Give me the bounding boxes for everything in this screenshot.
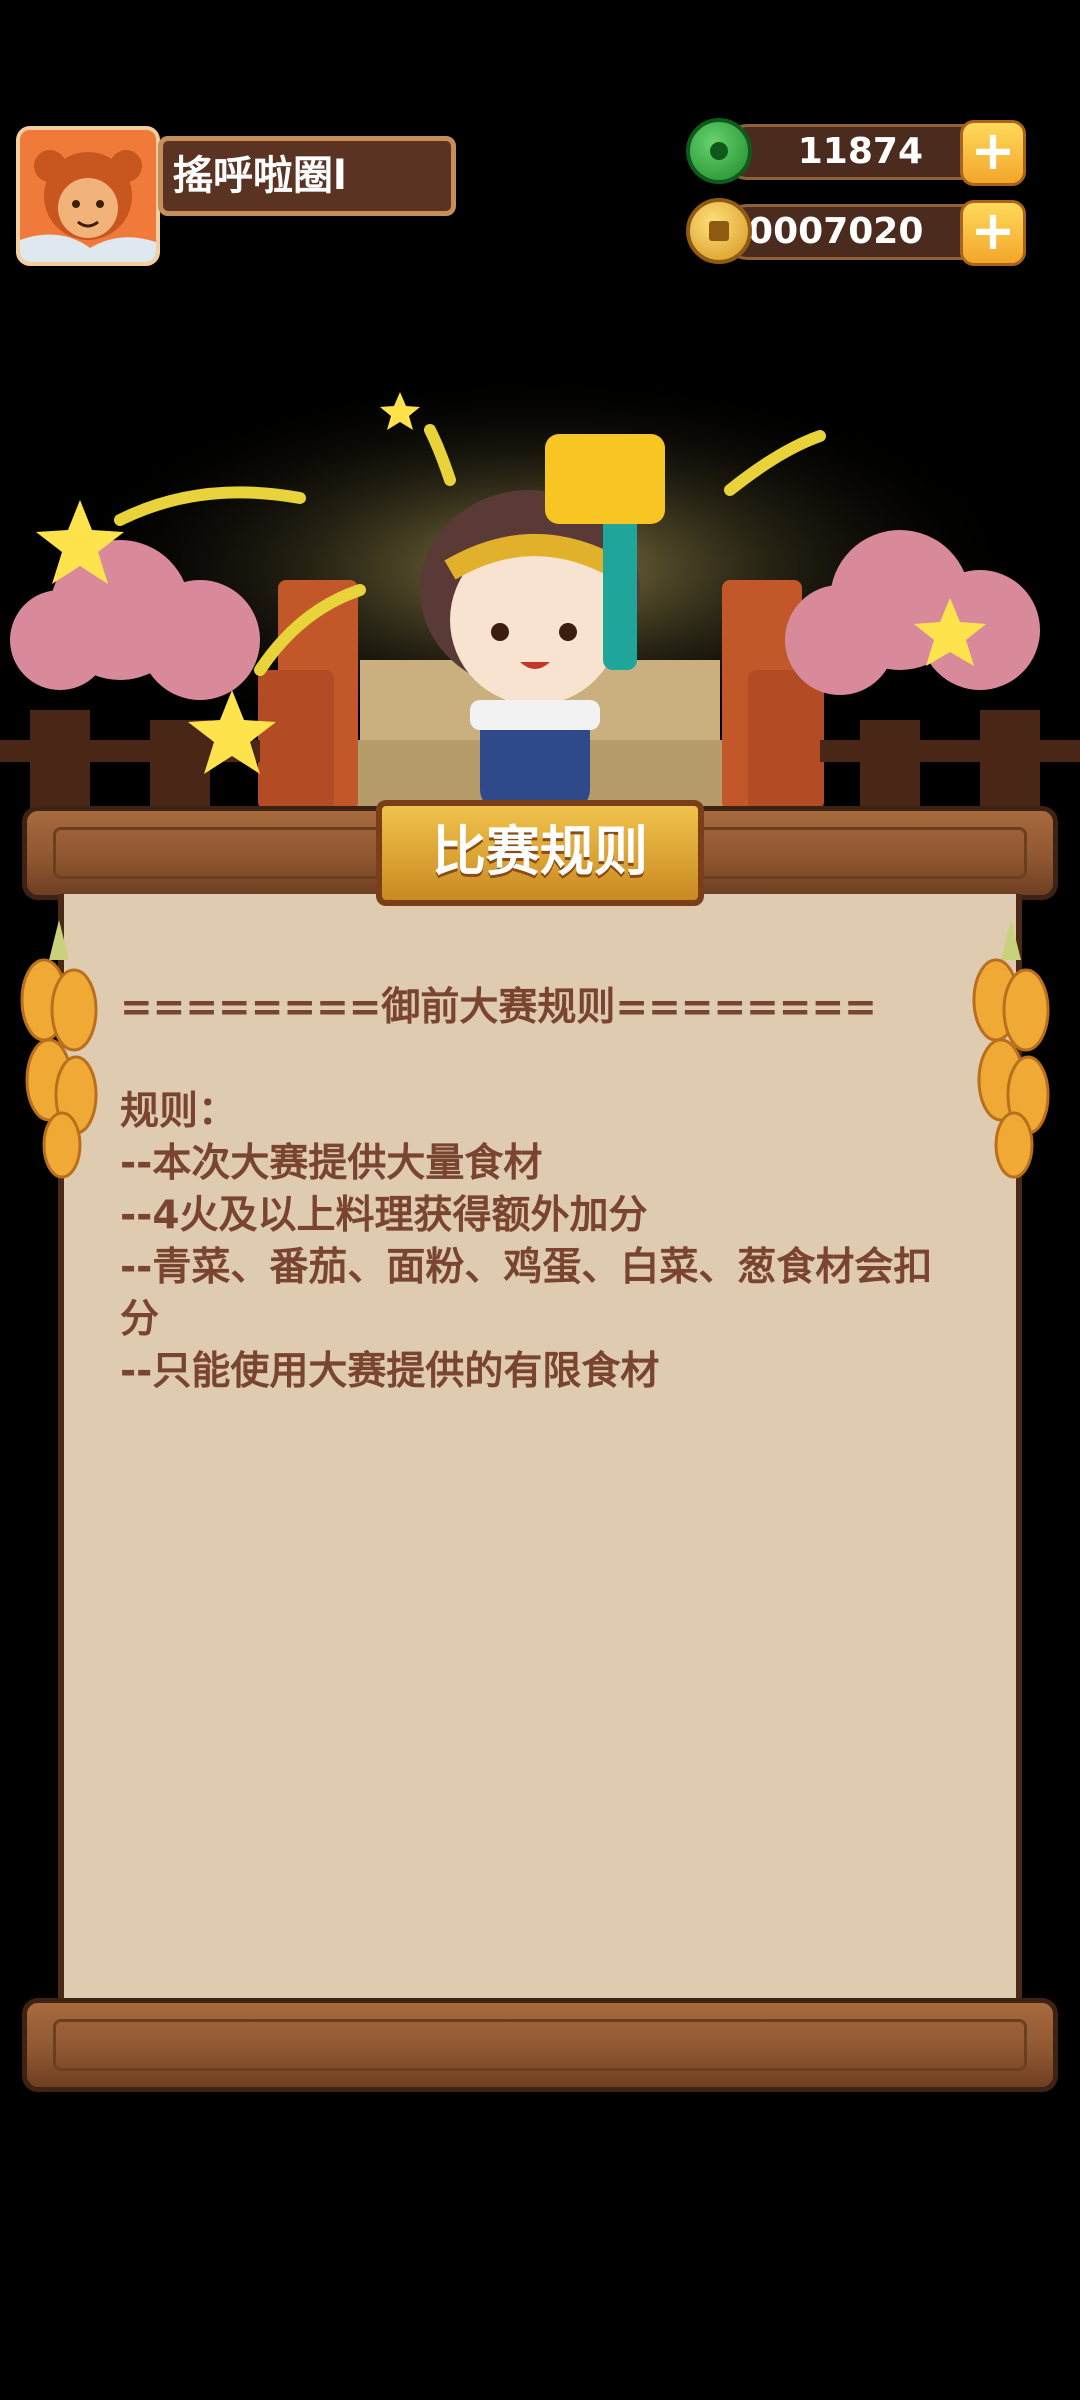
coin-icon xyxy=(686,198,752,264)
add-coins-button[interactable]: + xyxy=(960,200,1026,266)
panel-title-plaque: 比赛规则 xyxy=(376,800,704,906)
jade-currency-bar: 11874 xyxy=(720,124,996,180)
rules-header-line: ========御前大赛规则======== xyxy=(120,985,877,1030)
plus-icon: + xyxy=(970,119,1016,182)
rule-item: --4火及以上料理获得额外加分 xyxy=(120,1193,648,1238)
player-name: 搖呼啦圈l xyxy=(173,153,347,199)
rule-item: --只能使用大赛提供的有限食材 xyxy=(120,1349,660,1394)
rule-item: --本次大赛提供大量食材 xyxy=(120,1141,543,1186)
jade-icon xyxy=(686,118,752,184)
add-jade-button[interactable]: + xyxy=(960,120,1026,186)
corn-decoration-right-icon xyxy=(966,920,1050,1184)
rules-label: 规则： xyxy=(120,1089,238,1134)
coin-currency-bar: 30007020 xyxy=(720,204,996,260)
plus-icon: + xyxy=(970,199,1016,262)
corn-decoration-left-icon xyxy=(14,920,98,1184)
avatar-portrait-icon xyxy=(20,130,156,262)
player-avatar[interactable] xyxy=(16,126,160,266)
rule-item: --青菜、番茄、面粉、鸡蛋、白菜、葱食材会扣分 xyxy=(120,1245,933,1342)
player-name-box: 搖呼啦圈l xyxy=(158,136,456,216)
coin-amount: 30007020 xyxy=(723,211,924,252)
contest-scene-illustration xyxy=(0,370,1080,810)
rules-text-block: ========御前大赛规则======== 规则： --本次大赛提供大量食材 … xyxy=(120,982,960,1398)
panel-title: 比赛规则 xyxy=(432,820,648,883)
scroll-bottom-rod xyxy=(22,1998,1058,2092)
jade-amount: 11874 xyxy=(797,131,923,172)
